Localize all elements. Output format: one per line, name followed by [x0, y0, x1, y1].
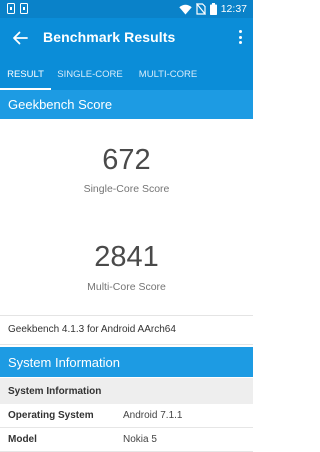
tab-bar: RESULT SINGLE-CORE MULTI-CORE — [0, 58, 253, 90]
tab-single-core[interactable]: SINGLE-CORE — [51, 58, 129, 90]
notification-icon — [20, 3, 28, 14]
system-info-table: System Information Operating System Andr… — [0, 378, 253, 452]
arrow-back-icon — [13, 31, 28, 45]
multi-core-score-label: Multi-Core Score — [87, 281, 166, 293]
back-button[interactable] — [10, 28, 30, 48]
app-bar: Benchmark Results — [0, 18, 253, 58]
more-vert-dot — [238, 41, 242, 44]
status-right-icons: 12:37 — [179, 2, 247, 16]
overflow-menu-button[interactable] — [237, 29, 243, 48]
table-row: Operating System Android 7.1.1 — [0, 404, 253, 428]
row-key: Operating System — [8, 410, 94, 421]
geekbench-score-heading: Geekbench Score — [0, 90, 253, 119]
tab-result[interactable]: RESULT — [0, 58, 51, 90]
table-header: System Information — [0, 378, 253, 404]
row-key: Model — [8, 434, 37, 445]
more-vert-dot — [238, 35, 242, 39]
tab-multi-core[interactable]: MULTI-CORE — [129, 58, 207, 90]
status-left-icons — [7, 3, 28, 14]
geekbench-version: Geekbench 4.1.3 for Android AArch64 — [8, 324, 176, 335]
status-time: 12:37 — [220, 3, 247, 15]
more-vert-icon — [238, 30, 242, 33]
no-sim-icon — [195, 3, 206, 15]
page-title: Benchmark Results — [43, 29, 176, 45]
system-information-heading: System Information — [0, 347, 253, 377]
sim-card-icon — [7, 3, 15, 14]
divider — [0, 315, 253, 316]
battery-icon — [209, 3, 217, 15]
multi-core-score-value: 2841 — [94, 241, 159, 273]
row-value: Nokia 5 — [123, 434, 157, 445]
single-core-score-value: 672 — [102, 144, 151, 176]
single-core-score-label: Single-Core Score — [83, 183, 170, 195]
table-row: Model Nokia 5 — [0, 428, 253, 452]
row-value: Android 7.1.1 — [123, 410, 183, 421]
wifi-icon — [179, 4, 192, 14]
status-bar: 12:37 — [0, 0, 253, 18]
divider — [0, 344, 253, 345]
